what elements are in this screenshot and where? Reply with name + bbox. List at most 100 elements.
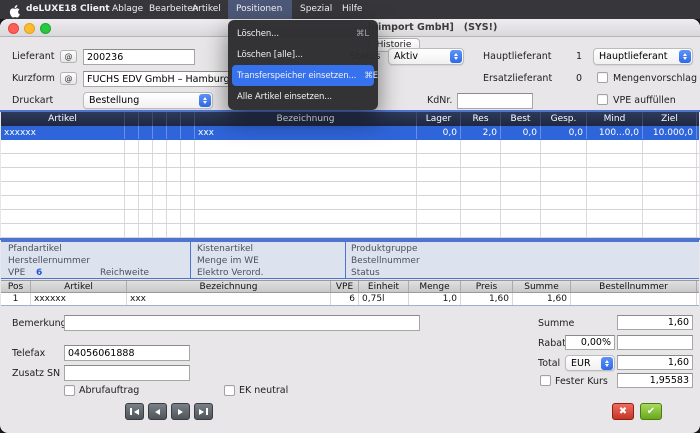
vpe-auffuellen-checkbox[interactable] bbox=[597, 94, 608, 105]
header-col bbox=[181, 112, 195, 126]
articles-table-empty-row[interactable] bbox=[1, 182, 699, 196]
cell bbox=[195, 154, 417, 167]
cell bbox=[167, 140, 181, 153]
articles-table-empty-row[interactable] bbox=[1, 196, 699, 210]
close-window-button[interactable] bbox=[8, 23, 19, 34]
cell bbox=[139, 168, 153, 181]
cell bbox=[167, 168, 181, 181]
druckart-select-value: Bestellung bbox=[89, 95, 139, 106]
confirm-button[interactable]: ✔ bbox=[640, 403, 662, 420]
currency-select[interactable]: EUR bbox=[565, 355, 615, 371]
fester-kurs-checkbox[interactable] bbox=[540, 375, 551, 386]
previous-record-button[interactable] bbox=[148, 403, 167, 420]
header-mind[interactable]: Mind bbox=[587, 112, 643, 126]
cell bbox=[461, 182, 501, 195]
menubar-item-spezial[interactable]: Spezial bbox=[300, 0, 332, 19]
kdnr-label: KdNr. bbox=[427, 95, 452, 106]
cell bbox=[541, 224, 587, 237]
header-vpe[interactable]: VPE bbox=[331, 281, 359, 292]
bemerkung-input[interactable] bbox=[64, 315, 420, 331]
menu-item-loeschen[interactable]: Löschen... ⌘L bbox=[228, 23, 378, 44]
telefax-input[interactable]: 04056061888 bbox=[64, 345, 190, 361]
menu-item-loeschen-alle[interactable]: Löschen [alle]... bbox=[228, 44, 378, 65]
cell bbox=[125, 140, 139, 153]
cancel-button[interactable]: ✖ bbox=[612, 403, 634, 420]
zusatz-sn-input[interactable] bbox=[64, 365, 190, 381]
header-lager[interactable]: Lager bbox=[417, 112, 461, 126]
ek-neutral-checkbox[interactable] bbox=[224, 385, 235, 396]
elektro-verord-label: Elektro Verord. bbox=[197, 268, 263, 278]
header-artikel[interactable]: Artikel bbox=[1, 112, 125, 126]
header-einheit[interactable]: Einheit bbox=[359, 281, 409, 292]
header-bestellnummer[interactable]: Bestellnummer bbox=[571, 281, 697, 292]
mengenvorschlag-label: Mengenvorschlag bbox=[613, 73, 697, 84]
lieferant-label: Lieferant bbox=[12, 51, 54, 62]
header-res[interactable]: Res bbox=[461, 112, 501, 126]
articles-table: Artikel Bezeichnung Lager Res Best Gesp.… bbox=[1, 112, 699, 238]
kurzform-lookup-button[interactable]: @ bbox=[60, 72, 77, 85]
cell bbox=[139, 182, 153, 195]
cell bbox=[501, 154, 541, 167]
rabatt-amount bbox=[617, 335, 693, 350]
druckart-select[interactable]: Bestellung bbox=[83, 92, 213, 109]
cell bbox=[167, 210, 181, 223]
cell bbox=[417, 154, 461, 167]
articles-table-empty-row[interactable] bbox=[1, 224, 699, 238]
zoom-window-button[interactable] bbox=[40, 23, 51, 34]
header-best[interactable]: Best bbox=[501, 112, 541, 126]
menu-item-alle-artikel-einsetzen[interactable]: Alle Artikel einsetzen... bbox=[228, 86, 378, 107]
kdnr-input[interactable] bbox=[457, 93, 533, 109]
cell bbox=[461, 140, 501, 153]
mengenvorschlag-checkbox[interactable] bbox=[597, 72, 608, 83]
cell bbox=[501, 196, 541, 209]
positions-table-row[interactable]: 1 xxxxxx xxx 6 0,75l 1,0 1,60 1,60 bbox=[1, 293, 699, 306]
menubar-item-positionen[interactable]: Positionen bbox=[236, 0, 282, 19]
herstellernummer-label: Herstellernummer bbox=[8, 256, 90, 266]
first-record-button[interactable] bbox=[125, 403, 144, 420]
menubar-app-name[interactable]: deLUXE18 Client bbox=[26, 0, 110, 19]
status-select-value: Aktiv bbox=[394, 51, 418, 62]
articles-table-empty-row[interactable] bbox=[1, 168, 699, 182]
cell bbox=[417, 140, 461, 153]
header-bezeichnung[interactable]: Bezeichnung bbox=[195, 112, 417, 126]
abrufauftrag-checkbox[interactable] bbox=[64, 385, 75, 396]
header-preis[interactable]: Preis bbox=[461, 281, 513, 292]
menubar-item-artikel[interactable]: Artikel bbox=[192, 0, 221, 19]
cancel-icon: ✖ bbox=[619, 406, 627, 417]
header-ziel[interactable]: Ziel bbox=[643, 112, 697, 126]
minimize-window-button[interactable] bbox=[24, 23, 35, 34]
cell bbox=[167, 196, 181, 209]
next-record-button[interactable] bbox=[171, 403, 190, 420]
cell bbox=[541, 182, 587, 195]
kistenartikel-label: Kistenartikel bbox=[197, 244, 253, 254]
rabatt-input[interactable]: 0,00% bbox=[565, 335, 615, 350]
last-record-button[interactable] bbox=[194, 403, 213, 420]
header-summe[interactable]: Summe bbox=[513, 281, 571, 292]
menubar-item-hilfe[interactable]: Hilfe bbox=[342, 0, 362, 19]
articles-table-empty-row[interactable] bbox=[1, 210, 699, 224]
menubar-item-ablage[interactable]: Ablage bbox=[112, 0, 143, 19]
cell bbox=[125, 154, 139, 167]
articles-table-empty-row[interactable] bbox=[1, 140, 699, 154]
menu-item-transferspeicher-einsetzen[interactable]: Transferspeicher einsetzen... ⌘E bbox=[232, 65, 374, 86]
header-artikel[interactable]: Artikel bbox=[31, 281, 127, 292]
header-pos[interactable]: Pos bbox=[1, 281, 31, 292]
hauptlieferant-select[interactable]: Hauptlieferant bbox=[593, 48, 693, 65]
cell-menge: 1,0 bbox=[409, 293, 461, 305]
lieferant-lookup-button[interactable]: @ bbox=[60, 50, 77, 63]
cell bbox=[125, 210, 139, 223]
divider bbox=[190, 242, 191, 278]
articles-table-selected-row[interactable]: xxxxxx xxx 0,0 2,0 0,0 0,0 100...0,0 10.… bbox=[1, 126, 699, 140]
cell bbox=[153, 168, 167, 181]
status-select[interactable]: Aktiv bbox=[388, 48, 464, 65]
cell bbox=[501, 210, 541, 223]
articles-table-empty-row[interactable] bbox=[1, 154, 699, 168]
screen: deLUXE18 Client Ablage Bearbeiten Artike… bbox=[0, 0, 700, 433]
cell bbox=[195, 168, 417, 181]
cell bbox=[139, 196, 153, 209]
header-bezeichnung[interactable]: Bezeichnung bbox=[127, 281, 331, 292]
header-gesp[interactable]: Gesp. bbox=[541, 112, 587, 126]
header-menge[interactable]: Menge bbox=[409, 281, 461, 292]
lieferant-input[interactable]: 200236 bbox=[83, 49, 195, 65]
apple-menu-icon[interactable] bbox=[9, 3, 20, 22]
